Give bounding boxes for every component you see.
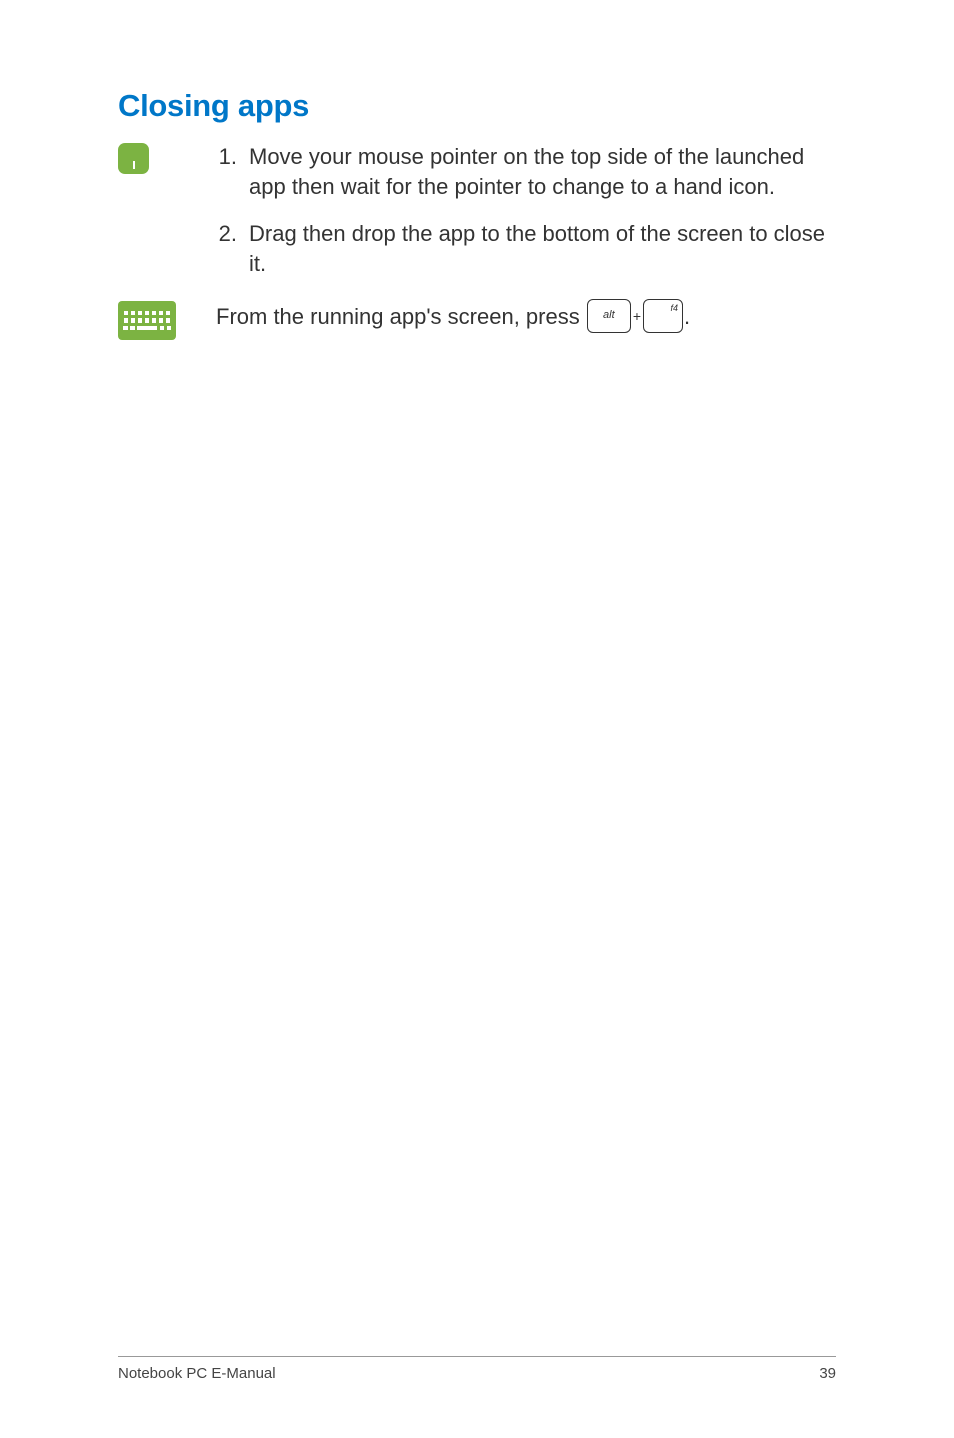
keyboard-instruction-row: From the running app's screen, press alt… — [118, 301, 836, 340]
keyboard-icon — [118, 301, 176, 340]
list-item-1: 1. Move your mouse pointer on the top si… — [216, 142, 836, 201]
mouse-instruction-row: 1. Move your mouse pointer on the top si… — [118, 142, 836, 297]
keyboard-text-prefix: From the running app's screen, press — [216, 304, 586, 329]
keycap-alt: alt — [587, 299, 631, 333]
list-text: Drag then drop the app to the bottom of … — [249, 219, 836, 278]
keyboard-text-column: From the running app's screen, press alt… — [216, 301, 836, 335]
touchpad-icon — [118, 143, 149, 174]
icon-column — [118, 301, 216, 340]
keyboard-text-suffix: . — [684, 304, 690, 329]
list-number: 2. — [216, 219, 249, 278]
list-item-2: 2. Drag then drop the app to the bottom … — [216, 219, 836, 278]
list-text: Move your mouse pointer on the top side … — [249, 142, 836, 201]
section-heading: Closing apps — [118, 88, 836, 124]
page-footer: Notebook PC E-Manual 39 — [118, 1356, 836, 1382]
list-number: 1. — [216, 142, 249, 201]
mouse-text-column: 1. Move your mouse pointer on the top si… — [216, 142, 836, 297]
plus-symbol: + — [633, 307, 641, 326]
footer-title: Notebook PC E-Manual — [118, 1365, 276, 1382]
keycap-f4: f4 — [643, 299, 683, 333]
page-number: 39 — [819, 1365, 836, 1382]
icon-column — [118, 142, 216, 174]
